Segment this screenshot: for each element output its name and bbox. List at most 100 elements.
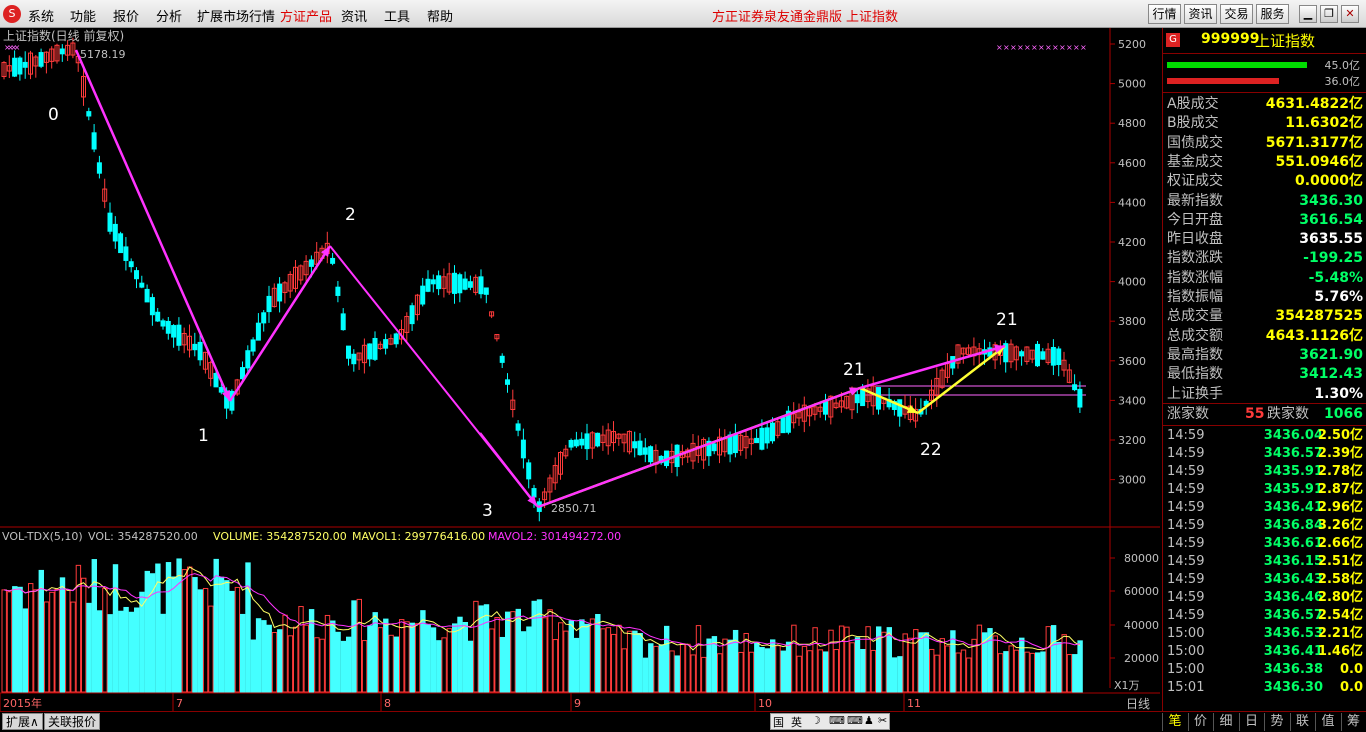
ime-cn-icon[interactable]: 国 [773,714,784,730]
volume-bar [950,630,956,693]
volume-bar [828,629,834,693]
volume-bar [17,586,23,693]
volume-bar [695,625,702,693]
tick-time: 14:59 [1167,518,1205,533]
restore-icon[interactable]: ❐ [1320,5,1338,23]
y-tick-label: 3000 [1118,474,1146,487]
tick-price: 3435.91 [1263,482,1323,497]
x-tick-label: 11 [907,697,921,710]
volume-bar [642,657,649,693]
kline-chart[interactable]: 5200500048004600440042004000380036003400… [0,28,1160,713]
menu-products[interactable]: 方证产品 [280,6,332,25]
candle-body [780,417,786,434]
menu-ext-market[interactable]: 扩展市场行情 [197,6,275,25]
volume-bar [335,631,341,693]
minimize-icon[interactable]: ▁ [1299,5,1317,23]
ime-user-icon[interactable]: ♟ [864,714,874,727]
candle-body [176,324,182,346]
right-tab[interactable]: 筹 [1340,713,1366,731]
volume-bar [1,589,7,693]
svg-text:×: × [1080,43,1087,52]
volume-bar [785,641,792,693]
tick-price: 3436.57 [1263,608,1323,623]
candle-body [595,432,601,447]
candle-body [770,422,775,442]
current-index-title: 上证指数 [846,10,899,25]
candle-body [457,274,463,294]
volume-bar [944,645,951,693]
candle-body [1056,348,1062,366]
btn-trade[interactable]: 交易 [1220,4,1253,24]
candle-body [17,57,23,75]
volume-bar [796,655,802,693]
close-icon[interactable]: ✕ [1341,5,1359,23]
ime-toolbar[interactable]: 国 英 ☽ ⌨ ⌨ ♟ ✂ [770,713,890,730]
volume-bar [102,587,108,693]
candle-body [520,439,526,459]
menu-analysis[interactable]: 分析 [156,6,182,25]
candle-body [383,339,389,349]
menu-quote[interactable]: 报价 [113,6,139,25]
candle-body [245,350,251,369]
candle-body [499,355,505,363]
quote-row-value: 551.0946亿 [1275,153,1363,170]
ime-moon-icon[interactable]: ☽ [811,714,821,727]
right-tab[interactable]: 联 [1289,713,1315,731]
svg-text:×: × [1003,43,1010,52]
candle-body [584,433,590,450]
right-tab[interactable]: 价 [1187,713,1213,731]
menu-help[interactable]: 帮助 [427,6,453,25]
candle-body [1072,384,1078,391]
ime-en-icon[interactable]: 英 [791,714,802,730]
tick-price: 3436.15 [1263,554,1323,569]
right-tabs: 笔价细日势联值筹 [1162,712,1366,732]
ime-scissors-icon[interactable]: ✂ [878,714,887,727]
volume-bar [701,656,707,693]
wave-arrow [228,245,332,402]
volume-bar [616,624,622,693]
btn-info[interactable]: 资讯 [1184,4,1217,24]
menu-system[interactable]: 系统 [28,6,54,25]
bar2-label: 36.0亿 [1324,75,1361,88]
right-tab[interactable]: 细 [1213,713,1238,731]
volume-bar [377,627,384,693]
volume-bar [277,629,283,693]
right-tab[interactable]: 日 [1238,713,1264,731]
right-tab[interactable]: 笔 [1162,713,1187,731]
menu-info[interactable]: 资讯 [341,6,367,25]
candle-body [430,279,436,285]
volume-bar [409,622,416,693]
volume-bar [960,649,967,693]
volume-bar [372,612,378,693]
tick-price: 3435.91 [1263,464,1323,479]
menu-function[interactable]: 功能 [70,6,96,25]
btn-quote[interactable]: 行情 [1148,4,1181,24]
tick-price: 3436.41 [1263,644,1323,659]
quote-row: 总成交量 354287525 [1163,307,1366,326]
volume-bar [817,649,824,693]
app-logo-icon[interactable]: S [3,5,21,23]
right-tab[interactable]: 值 [1315,713,1340,731]
quote-row-value: 3635.55 [1299,231,1363,248]
candle-body [467,281,473,288]
btn-service[interactable]: 服务 [1256,4,1289,24]
volume-bar [441,637,447,693]
menu-tools[interactable]: 工具 [384,6,410,25]
tick-amount: 2.39亿 [1317,446,1363,461]
tab-extend[interactable]: 扩展∧ [2,713,43,730]
volume-bar [955,652,961,693]
ime-keyboard-icon[interactable]: ⌨ [829,714,845,727]
ime-keyboard2-icon[interactable]: ⌨ [847,714,863,727]
tick-price: 3436.38 [1263,662,1323,677]
volume-bar [748,651,755,693]
tab-related-quote[interactable]: 关联报价 [44,713,101,730]
x-tick-label: 7 [176,697,183,710]
y-tick-label: 4600 [1118,157,1146,170]
tick-row: 15:01 3436.30 0.0 [1163,679,1366,697]
tick-row: 14:59 3436.61 2.66亿 [1163,535,1366,553]
volume-bar [187,566,193,693]
right-tab[interactable]: 势 [1264,713,1289,731]
volume-bar [939,638,945,693]
tick-row: 15:00 3436.53 2.21亿 [1163,625,1366,643]
volume-bar [854,637,861,693]
